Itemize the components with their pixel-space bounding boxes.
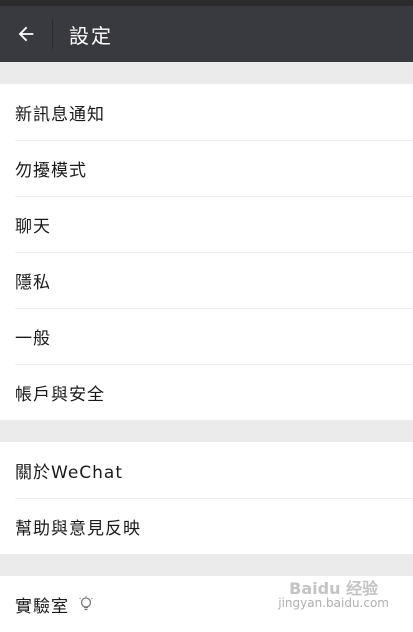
settings-item-new-message-notification[interactable]: 新訊息通知 (0, 84, 413, 140)
section-gap (0, 62, 413, 84)
settings-item-account-security[interactable]: 帳戶與安全 (0, 364, 413, 420)
app-bar: 設定 (0, 6, 413, 62)
watermark-sub: jingyan.baidu.com (278, 596, 389, 610)
header-divider (52, 19, 53, 49)
settings-item-general[interactable]: 一般 (0, 308, 413, 364)
settings-item-label: 幫助與意見反映 (15, 518, 141, 539)
settings-item-do-not-disturb[interactable]: 勿擾模式 (0, 140, 413, 196)
page-title: 設定 (69, 23, 113, 48)
settings-item-label: 帳戶與安全 (15, 384, 105, 405)
settings-group-main: 新訊息通知 勿擾模式 聊天 隱私 一般 帳戶與安全 (0, 84, 413, 420)
settings-item-label: 實驗室 (15, 596, 69, 617)
settings-item-chats[interactable]: 聊天 (0, 196, 413, 252)
section-gap (0, 420, 413, 442)
settings-item-about-wechat[interactable]: 關於WeChat (0, 442, 413, 498)
settings-item-label: 聊天 (15, 216, 51, 237)
section-gap (0, 554, 413, 576)
settings-item-label: 勿擾模式 (15, 160, 87, 181)
settings-item-label: 隱私 (15, 272, 51, 293)
settings-group-about: 關於WeChat 幫助與意見反映 (0, 442, 413, 554)
baidu-watermark: Baidu 经验 jingyan.baidu.com (278, 579, 389, 611)
settings-item-label: 新訊息通知 (15, 104, 105, 125)
settings-item-label: 一般 (15, 328, 51, 349)
settings-item-label: 關於WeChat (15, 462, 123, 483)
lightbulb-icon (79, 596, 93, 612)
settings-item-help-feedback[interactable]: 幫助與意見反映 (0, 498, 413, 554)
back-button[interactable] (0, 6, 52, 62)
settings-item-privacy[interactable]: 隱私 (0, 252, 413, 308)
arrow-left-icon (18, 26, 34, 42)
watermark-main: Baidu 经验 (289, 579, 379, 598)
